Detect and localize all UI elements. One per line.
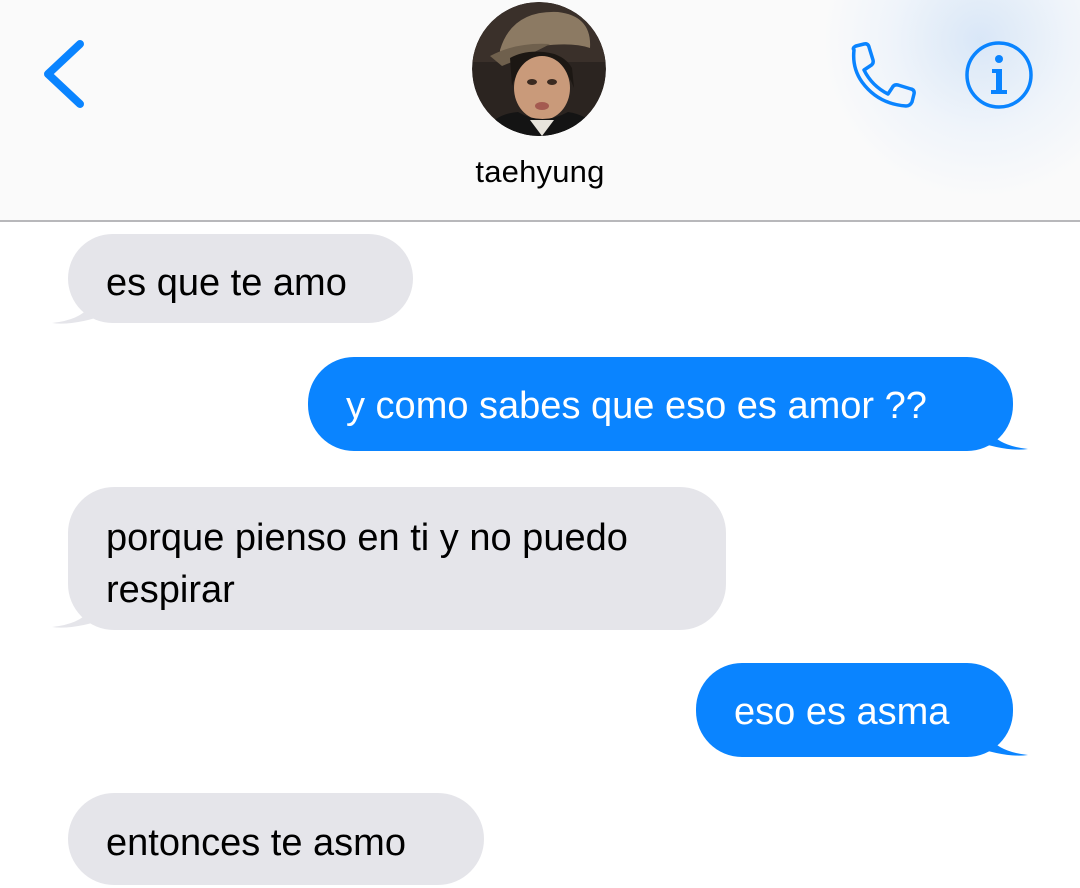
message-text: y como sabes que eso es amor ?? bbox=[346, 385, 927, 427]
info-button[interactable] bbox=[964, 40, 1034, 110]
conversation-header: taehyung bbox=[0, 0, 1080, 222]
message-text-line: respirar bbox=[106, 569, 235, 611]
message-text: es que te amo bbox=[106, 262, 347, 304]
message-text: eso es asma bbox=[734, 691, 950, 733]
message-text: entonces te asmo bbox=[106, 822, 406, 864]
avatar-image bbox=[472, 2, 606, 136]
message-text-line: porque pienso en ti y no puedo bbox=[106, 517, 628, 559]
message-bubble-sent[interactable]: y como sabes que eso es amor ?? bbox=[308, 357, 1013, 451]
chevron-left-icon bbox=[44, 40, 84, 108]
message-bubble-received[interactable]: entonces te asmo bbox=[68, 793, 484, 885]
info-icon bbox=[965, 41, 1033, 109]
back-button[interactable] bbox=[34, 36, 94, 112]
message-bubble-sent[interactable]: eso es asma bbox=[696, 663, 1013, 757]
contact-name[interactable]: taehyung bbox=[0, 154, 1080, 190]
call-button[interactable] bbox=[844, 42, 918, 110]
message-bubble-received[interactable]: es que te amo bbox=[68, 234, 413, 323]
phone-icon bbox=[851, 42, 916, 108]
contact-avatar[interactable] bbox=[472, 2, 606, 136]
message-bubble-received[interactable]: porque pienso en ti y no puedo respirar bbox=[68, 487, 726, 630]
